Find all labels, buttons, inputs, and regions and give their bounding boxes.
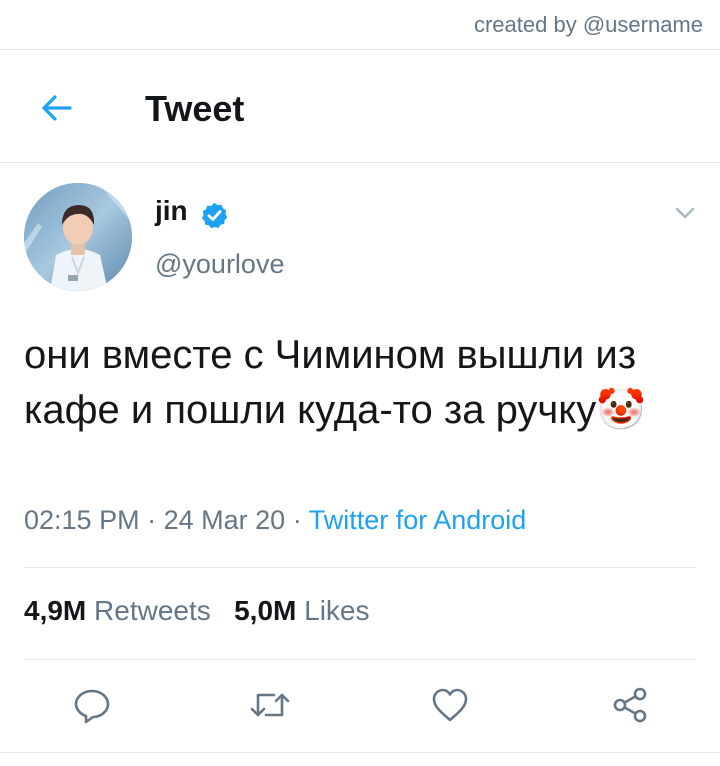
author-name[interactable]: jin bbox=[155, 195, 188, 227]
like-button[interactable] bbox=[428, 683, 472, 727]
retweet-button[interactable] bbox=[248, 683, 292, 727]
retweets-stat[interactable]: 4,9M Retweets bbox=[24, 595, 211, 626]
avatar[interactable] bbox=[24, 183, 132, 291]
verified-badge-icon bbox=[201, 202, 228, 229]
tweet-date: 24 Mar 20 bbox=[163, 505, 286, 535]
likes-count: 5,0M bbox=[234, 595, 297, 626]
reply-button[interactable] bbox=[70, 683, 114, 727]
likes-stat[interactable]: 5,0M Likes bbox=[234, 595, 369, 626]
like-icon bbox=[432, 688, 468, 722]
stats-bottom-divider bbox=[24, 659, 696, 660]
share-icon bbox=[613, 687, 647, 723]
arrow-left-icon bbox=[42, 95, 72, 121]
tweet-meta: 02:15 PM · 24 Mar 20 · Twitter for Andro… bbox=[24, 505, 526, 536]
tweet-time: 02:15 PM bbox=[24, 505, 140, 535]
author-handle[interactable]: @yourlove bbox=[155, 249, 284, 280]
page-title: Tweet bbox=[145, 88, 245, 129]
share-button[interactable] bbox=[608, 683, 652, 727]
retweet-icon bbox=[250, 693, 290, 717]
meta-separator: · bbox=[147, 505, 157, 535]
tweet-stats: 4,9M Retweets 5,0M Likes bbox=[24, 595, 370, 627]
header-divider bbox=[0, 162, 720, 163]
tweet-text: они вместе с Чимином вышли из кафе и пош… bbox=[24, 333, 646, 432]
creator-credit: created by @username bbox=[473, 12, 703, 37]
retweets-label: Retweets bbox=[94, 595, 211, 626]
meta-separator: · bbox=[292, 505, 302, 535]
reply-icon bbox=[74, 689, 110, 724]
top-divider bbox=[0, 49, 720, 50]
chevron-down-icon[interactable] bbox=[670, 198, 700, 228]
stats-top-divider bbox=[24, 567, 696, 568]
likes-label: Likes bbox=[304, 595, 370, 626]
tweet-source-link[interactable]: Twitter for Android bbox=[309, 505, 527, 535]
retweets-count: 4,9M bbox=[24, 595, 87, 626]
bottom-divider bbox=[0, 752, 720, 753]
back-button[interactable] bbox=[36, 88, 76, 128]
